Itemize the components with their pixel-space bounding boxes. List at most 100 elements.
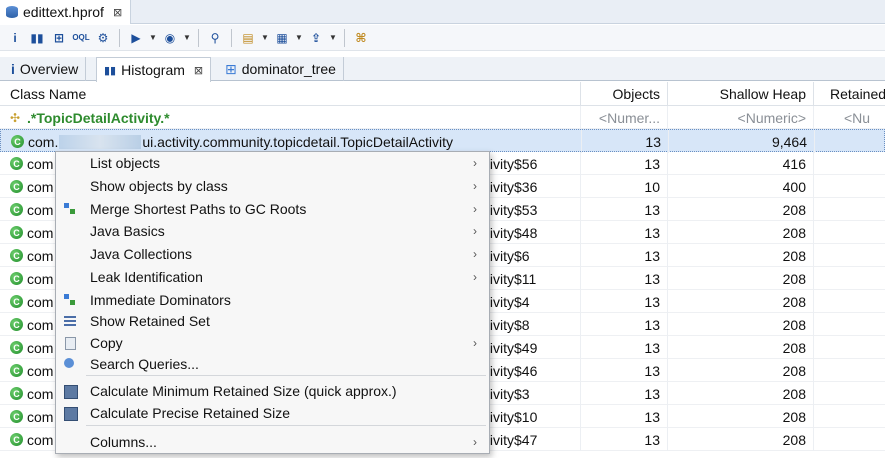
menu-item-copy[interactable]: Copy › bbox=[56, 332, 489, 354]
shallow-heap-cell: 208 bbox=[668, 290, 814, 313]
class-name-prefix: com bbox=[27, 155, 54, 172]
chevron-right-icon: › bbox=[473, 156, 477, 170]
regex-filter-icon: ✣ bbox=[10, 110, 21, 125]
objects-cell: 13 bbox=[582, 130, 669, 153]
menu-item-label: Immediate Dominators bbox=[90, 292, 231, 308]
chevron-down-icon[interactable]: ▼ bbox=[183, 33, 191, 42]
menu-item-merge-shortest-paths-to-gc-roots[interactable]: Merge Shortest Paths to GC Roots › bbox=[56, 198, 489, 220]
menu-item-label: Copy bbox=[90, 335, 123, 351]
class-name-suffix: ui.activity.community.topicdetail.TopicD… bbox=[142, 133, 454, 150]
menu-item-java-collections[interactable]: Java Collections › bbox=[56, 243, 489, 265]
calculator-icon[interactable]: ▦ bbox=[273, 29, 291, 47]
view-tab-bar: i Overview ▮▮ Histogram ⊠ ⊞ dominator_tr… bbox=[0, 57, 885, 82]
retained-heap-cell bbox=[814, 152, 885, 175]
chevron-down-icon[interactable]: ▼ bbox=[149, 33, 157, 42]
class-name-suffix: tivity$8 bbox=[486, 316, 530, 333]
redacted-text bbox=[59, 134, 142, 149]
tree-icon bbox=[62, 202, 78, 216]
menu-item-columns[interactable]: Columns... › bbox=[56, 431, 489, 453]
menu-item-list-objects[interactable]: List objects › bbox=[56, 152, 489, 174]
oql-icon[interactable]: OQL bbox=[72, 29, 90, 47]
group-by-icon[interactable]: ▤ bbox=[239, 29, 257, 47]
menu-item-show-objects-by-class[interactable]: Show objects by class › bbox=[56, 175, 489, 197]
menu-item-label: Show Retained Set bbox=[90, 313, 210, 329]
class-name-suffix: tivity$4 bbox=[486, 293, 530, 310]
class-icon: C bbox=[10, 387, 23, 400]
menu-item-immediate-dominators[interactable]: Immediate Dominators bbox=[56, 289, 489, 311]
close-icon[interactable]: ⊠ bbox=[113, 6, 122, 19]
class-name-suffix: tivity$46 bbox=[486, 362, 538, 379]
class-icon: C bbox=[10, 433, 23, 446]
shallow-heap-cell: 208 bbox=[668, 428, 814, 451]
menu-item-calculate-precise-retained-size[interactable]: Calculate Precise Retained Size bbox=[56, 402, 489, 424]
editor-tab-hprof[interactable]: edittext.hprof ⊠ bbox=[0, 0, 132, 24]
menu-separator bbox=[86, 425, 486, 426]
menu-item-label: Java Basics bbox=[90, 223, 165, 239]
class-icon: C bbox=[10, 249, 23, 262]
tab-histogram[interactable]: ▮▮ Histogram ⊠ bbox=[96, 57, 212, 82]
table-row[interactable]: Ccom. ui.activity.community.topicdetail.T… bbox=[0, 129, 885, 153]
class-name-prefix: com bbox=[27, 201, 54, 218]
menu-separator bbox=[86, 375, 486, 376]
objects-filter[interactable]: <Numer... bbox=[581, 106, 668, 129]
chevron-down-icon[interactable]: ▼ bbox=[295, 33, 303, 42]
retained-heap-cell bbox=[815, 130, 885, 153]
retained-filter[interactable]: <Nu bbox=[814, 106, 885, 129]
chevron-down-icon[interactable]: ▼ bbox=[261, 33, 269, 42]
class-name-suffix: tivity$10 bbox=[486, 408, 538, 425]
class-icon: C bbox=[10, 410, 23, 423]
column-header-objects[interactable]: Objects bbox=[581, 82, 668, 106]
class-name-prefix: com bbox=[27, 385, 54, 402]
histogram-icon: ▮▮ bbox=[104, 64, 117, 77]
shallow-heap-cell: 400 bbox=[668, 175, 814, 198]
class-name-suffix: tivity$3 bbox=[486, 385, 530, 402]
chevron-right-icon: › bbox=[473, 224, 477, 238]
class-name-suffix: tivity$11 bbox=[486, 270, 537, 287]
tab-dominator-tree[interactable]: ⊞ dominator_tree bbox=[218, 57, 344, 81]
retained-heap-cell bbox=[814, 267, 885, 290]
gear-icon[interactable]: ⚙ bbox=[94, 29, 112, 47]
menu-item-label: List objects bbox=[90, 155, 161, 171]
info-icon[interactable]: i bbox=[6, 29, 24, 47]
menu-item-leak-identification[interactable]: Leak Identification › bbox=[56, 266, 489, 288]
column-header-retained[interactable]: Retained bbox=[814, 82, 885, 106]
menu-item-show-retained-set[interactable]: Show Retained Set bbox=[56, 310, 489, 332]
calculator-icon bbox=[62, 384, 78, 399]
tab-label: dominator_tree bbox=[241, 61, 336, 77]
tree-icon bbox=[62, 293, 78, 307]
menu-item-calculate-minimum-retained-size-quick-approx[interactable]: Calculate Minimum Retained Size (quick a… bbox=[56, 380, 489, 402]
class-icon: C bbox=[10, 226, 23, 239]
menu-item-label: Leak Identification bbox=[90, 269, 203, 285]
class-icon: C bbox=[10, 272, 23, 285]
class-name-suffix: tivity$48 bbox=[486, 224, 538, 241]
menu-item-search-queries[interactable]: Search Queries... bbox=[56, 353, 489, 375]
column-header-class-name[interactable]: Class Name bbox=[0, 82, 581, 106]
class-name-suffix: tivity$36 bbox=[486, 178, 538, 195]
shallow-heap-cell: 208 bbox=[668, 336, 814, 359]
retained-heap-cell bbox=[814, 428, 885, 451]
shallow-heap-filter[interactable]: <Numeric> bbox=[668, 106, 814, 129]
filter-row: ✣ .*TopicDetailActivity.* <Numer... <Num… bbox=[0, 106, 885, 129]
search-icon[interactable]: ⚲ bbox=[206, 29, 224, 47]
column-header-shallow-heap[interactable]: Shallow Heap bbox=[668, 82, 814, 106]
class-name-suffix: tivity$47 bbox=[486, 431, 538, 448]
retained-heap-cell bbox=[814, 198, 885, 221]
retained-heap-cell bbox=[814, 336, 885, 359]
histogram-icon[interactable]: ▮▮ bbox=[28, 29, 46, 47]
export-icon[interactable]: ⇪ bbox=[307, 29, 325, 47]
class-icon: C bbox=[10, 157, 23, 170]
query-browser-icon[interactable]: ◉ bbox=[161, 29, 179, 47]
tab-overview[interactable]: i Overview bbox=[4, 57, 87, 81]
lines-icon bbox=[62, 314, 78, 328]
menu-item-java-basics[interactable]: Java Basics › bbox=[56, 220, 489, 242]
close-icon[interactable]: ⊠ bbox=[194, 64, 203, 77]
dominator-tree-icon[interactable]: ⊞ bbox=[50, 29, 68, 47]
copy-icon bbox=[62, 336, 78, 350]
pin-icon[interactable]: ⌘ bbox=[352, 29, 370, 47]
run-report-icon[interactable]: ▶ bbox=[127, 29, 145, 47]
class-name-filter[interactable]: ✣ .*TopicDetailActivity.* bbox=[0, 106, 581, 129]
menu-item-label: Merge Shortest Paths to GC Roots bbox=[90, 201, 307, 217]
shallow-heap-cell: 208 bbox=[668, 198, 814, 221]
shallow-heap-cell: 208 bbox=[668, 244, 814, 267]
chevron-down-icon[interactable]: ▼ bbox=[329, 33, 337, 42]
